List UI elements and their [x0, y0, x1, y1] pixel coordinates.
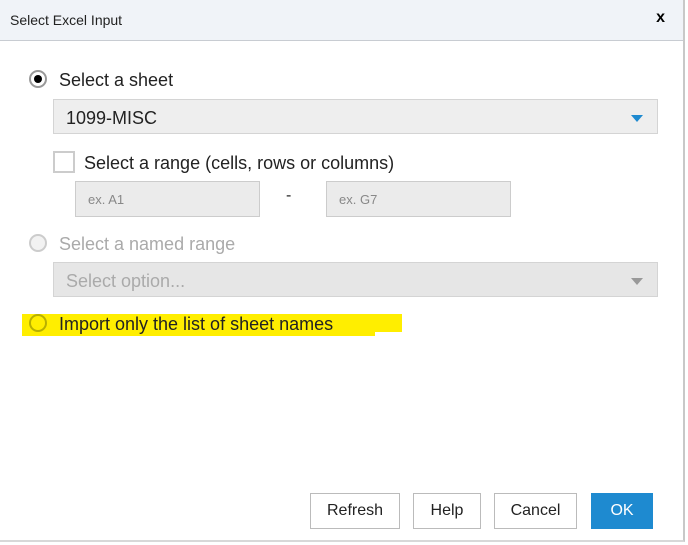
refresh-button[interactable]: Refresh [310, 493, 400, 529]
select-sheet-label[interactable]: Select a sheet [59, 70, 173, 91]
cancel-button[interactable]: Cancel [494, 493, 577, 529]
sheet-names-label[interactable]: Import only the list of sheet names [59, 314, 333, 335]
range-to-input[interactable]: ex. G7 [326, 181, 511, 217]
close-icon[interactable]: x [656, 9, 665, 27]
help-button[interactable]: Help [413, 493, 481, 529]
named-range-label[interactable]: Select a named range [59, 234, 235, 255]
range-from-placeholder: ex. A1 [88, 192, 125, 207]
named-range-dropdown[interactable]: Select option... [53, 262, 658, 297]
sheet-dropdown-value: 1099-MISC [66, 108, 158, 128]
named-range-placeholder: Select option... [66, 271, 186, 291]
ok-button[interactable]: OK [591, 493, 653, 529]
select-sheet-radio[interactable] [29, 70, 47, 88]
select-excel-input-dialog: Select Excel Input x Select a sheet 1099… [0, 0, 685, 542]
sheet-names-radio[interactable] [29, 314, 47, 332]
chevron-down-icon [631, 278, 643, 285]
range-separator: - [286, 187, 292, 204]
chevron-down-icon [631, 115, 643, 122]
range-from-input[interactable]: ex. A1 [75, 181, 260, 217]
sheet-dropdown[interactable]: 1099-MISC [53, 99, 658, 134]
named-range-radio[interactable] [29, 234, 47, 252]
select-range-checkbox[interactable] [53, 151, 75, 173]
dialog-title: Select Excel Input [10, 12, 123, 28]
select-range-label[interactable]: Select a range (cells, rows or columns) [84, 153, 394, 174]
title-bar: Select Excel Input x [0, 0, 683, 41]
range-to-placeholder: ex. G7 [339, 192, 378, 207]
